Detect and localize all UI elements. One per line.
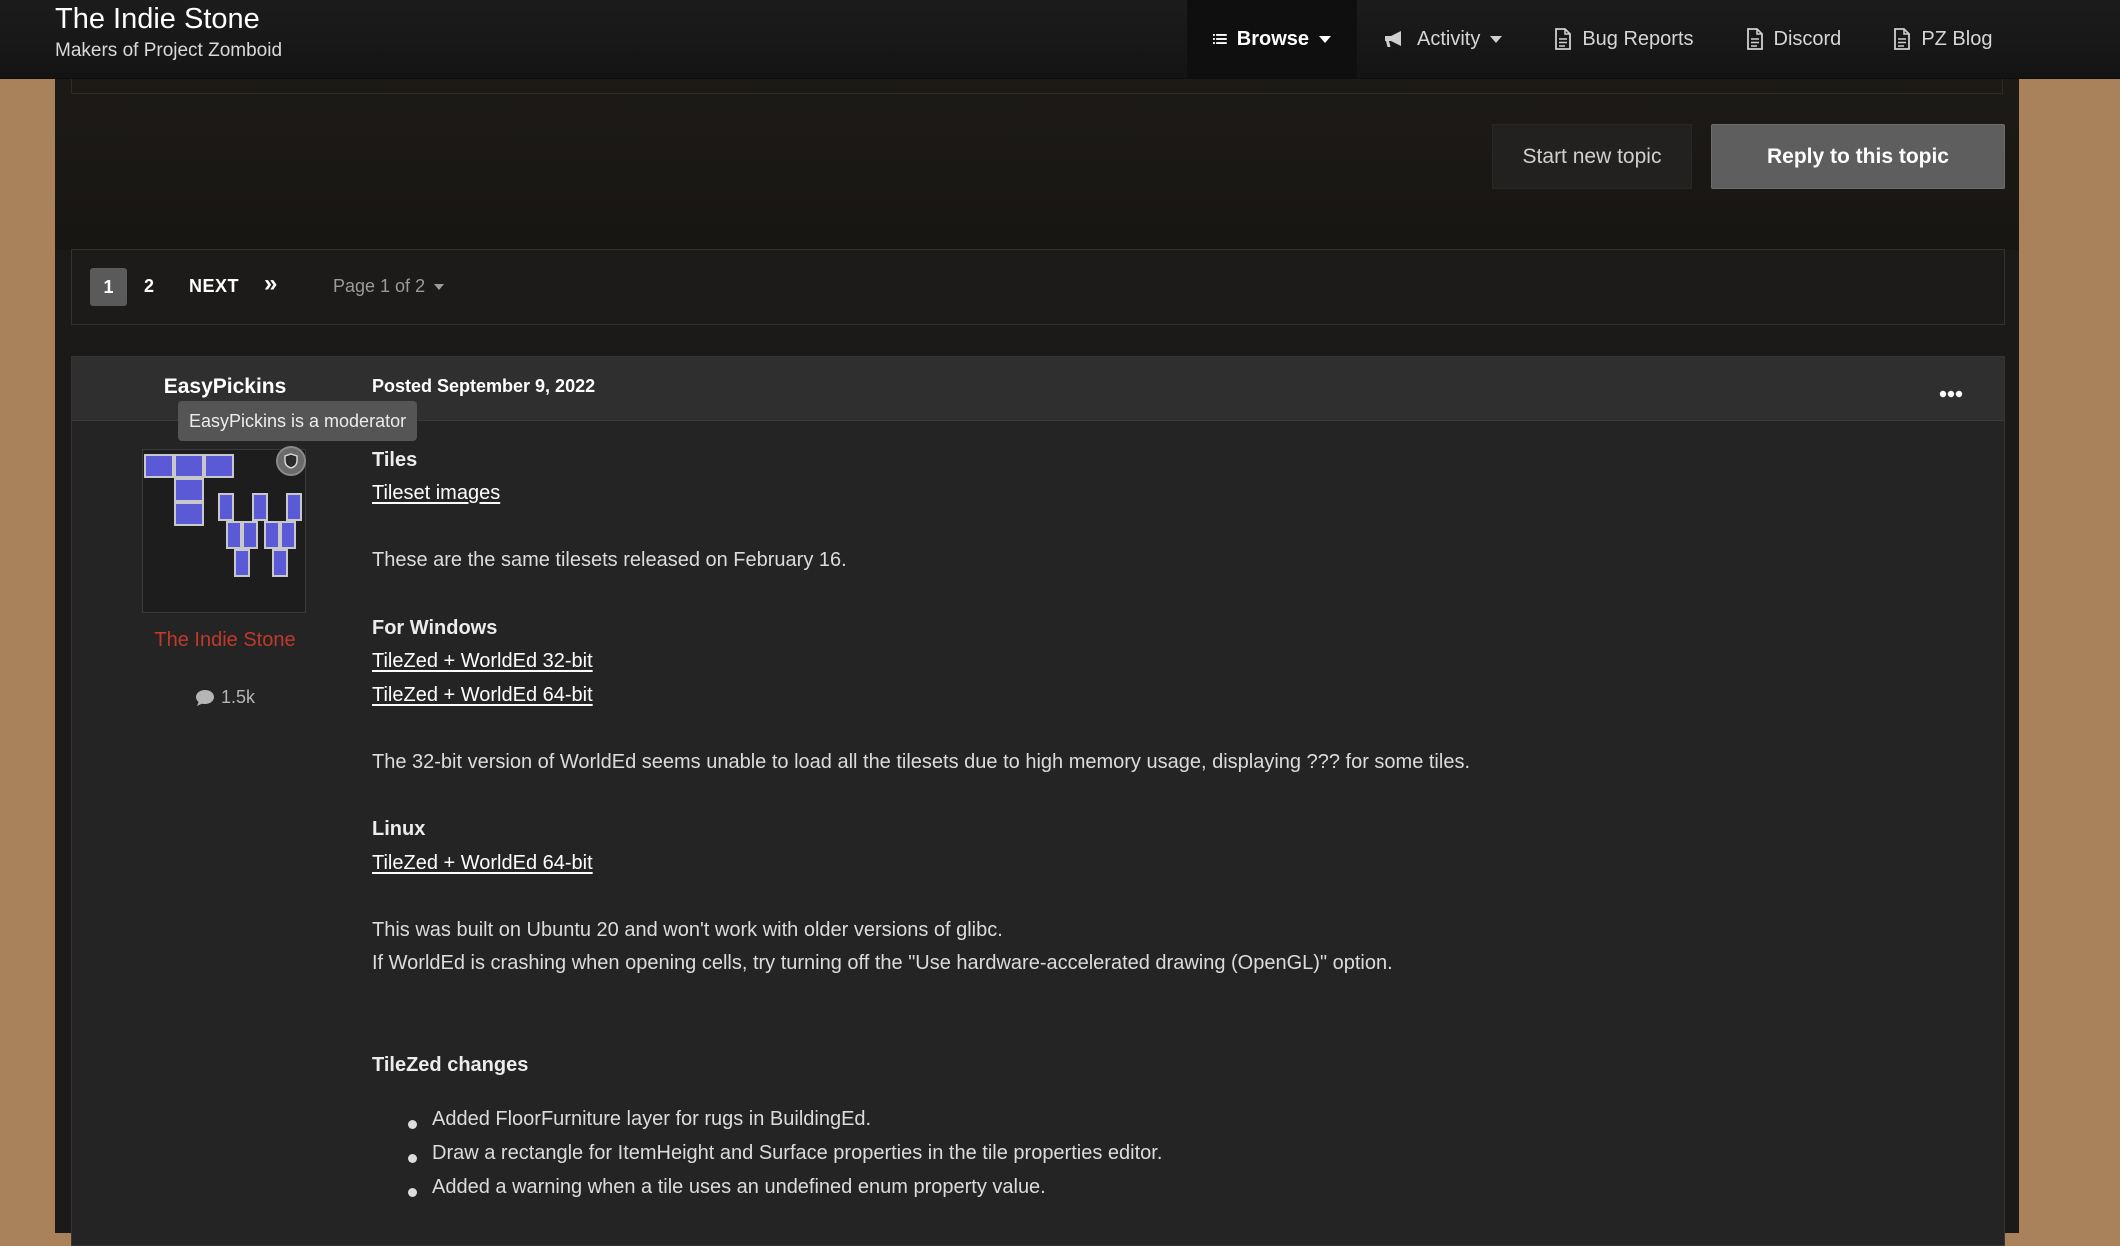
tiles-heading: Tiles — [372, 449, 418, 471]
site-brand[interactable]: The Indie Stone Makers of Project Zomboi… — [55, 2, 282, 64]
author-name-link[interactable]: EasyPickins — [72, 375, 378, 399]
list-item: Added FloorFurniture layer for rugs in B… — [432, 1108, 872, 1130]
moderator-tooltip: EasyPickins is a moderator — [178, 401, 418, 441]
tilesets-note: These are the same tilesets released on … — [372, 549, 847, 571]
chevron-down-icon — [1319, 35, 1331, 43]
main-nav: Browse Activity Bug Reports Discord PZ B… — [1187, 0, 2018, 78]
bullet-icon — [408, 1120, 417, 1129]
list-item: Draw a rectangle for ItemHeight and Surf… — [432, 1142, 1163, 1164]
avatar[interactable] — [142, 449, 306, 613]
list-item: Added a warning when a tile uses an unde… — [432, 1176, 1046, 1198]
start-new-topic-button[interactable]: Start new topic — [1492, 124, 1692, 189]
nav-bug-reports-label: Bug Reports — [1582, 27, 1694, 50]
nav-discord[interactable]: Discord — [1720, 0, 1868, 78]
list-icon — [1213, 34, 1227, 44]
windows-32bit-note: The 32-bit version of WorldEd seems unab… — [372, 751, 1470, 773]
linux-64bit-link[interactable]: TileZed + WorldEd 64-bit — [372, 852, 593, 875]
nav-discord-label: Discord — [1773, 27, 1842, 50]
post-count-value: 1.5k — [220, 687, 256, 707]
post-count: 1.5k — [72, 687, 378, 708]
page-1-link[interactable]: 1 — [90, 268, 127, 306]
document-icon — [1894, 28, 1911, 50]
nav-bug-reports[interactable]: Bug Reports — [1528, 0, 1719, 78]
megaphone-icon — [1385, 31, 1401, 47]
page-2-link[interactable]: 2 — [144, 276, 154, 297]
chevron-down-icon — [1490, 35, 1503, 43]
tilezed-changes-heading: TileZed changes — [372, 1054, 529, 1076]
document-icon — [1555, 28, 1572, 50]
more-options-icon[interactable] — [1939, 385, 1963, 403]
chevron-down-icon — [434, 283, 445, 290]
document-icon — [1746, 28, 1763, 50]
nav-activity[interactable]: Activity — [1357, 0, 1528, 78]
linux-heading: Linux — [372, 818, 426, 840]
last-page-link[interactable]: » — [264, 270, 277, 298]
windows-64bit-link[interactable]: TileZed + WorldEd 64-bit — [372, 684, 593, 707]
tileset-images-link[interactable]: Tileset images — [372, 482, 500, 505]
topic-top-strip — [71, 78, 2003, 94]
post: EasyPickins Posted September 9, 2022 Eas… — [71, 356, 2005, 1246]
nav-pz-blog[interactable]: PZ Blog — [1867, 0, 2018, 78]
nav-activity-label: Activity — [1417, 27, 1481, 50]
page-jump-label: Page 1 of 2 — [333, 276, 426, 296]
moderator-shield-icon — [276, 446, 306, 476]
nav-pz-blog-label: PZ Blog — [1921, 27, 1993, 50]
next-page-link[interactable]: NEXT — [189, 276, 239, 297]
post-date[interactable]: Posted September 9, 2022 — [372, 376, 595, 397]
bullet-icon — [408, 1188, 417, 1197]
site-title: The Indie Stone — [55, 3, 260, 35]
linux-note-1: This was built on Ubuntu 20 and won't wo… — [372, 919, 1003, 941]
page-jump-dropdown[interactable]: Page 1 of 2 — [333, 276, 445, 297]
reply-to-topic-button[interactable]: Reply to this topic — [1711, 124, 2005, 189]
site-subtitle: Makers of Project Zomboid — [55, 40, 283, 61]
windows-heading: For Windows — [372, 617, 498, 639]
main-column: Start new topic Reply to this topic 1 2 … — [55, 0, 2019, 1246]
comment-icon — [195, 689, 214, 706]
linux-note-2: If WorldEd is crashing when opening cell… — [372, 952, 1393, 974]
pagination-bar: 1 2 NEXT » Page 1 of 2 — [71, 249, 2005, 325]
author-group: The Indie Stone — [154, 629, 296, 651]
bullet-icon — [408, 1154, 417, 1163]
nav-browse[interactable]: Browse — [1187, 0, 1357, 78]
nav-browse-label: Browse — [1236, 27, 1309, 50]
site-header: The Indie Stone Makers of Project Zomboi… — [0, 0, 2120, 79]
windows-32bit-link[interactable]: TileZed + WorldEd 32-bit — [372, 650, 593, 673]
